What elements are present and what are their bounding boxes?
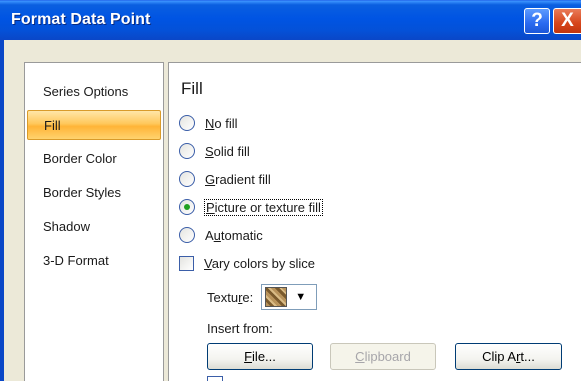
texture-swatch-icon — [265, 287, 288, 307]
nav-item-shadow[interactable]: Shadow — [25, 212, 163, 242]
vary-colors-checkbox[interactable] — [179, 255, 194, 271]
automatic-radio[interactable] — [179, 227, 195, 243]
no-fill-option[interactable]: No fill — [179, 113, 238, 133]
picture-fill-option[interactable]: Picture or texture fill — [179, 197, 323, 217]
category-list: Series Options Fill Border Color Border … — [24, 62, 164, 381]
clip-art-button[interactable]: Clip Art... — [455, 343, 562, 370]
no-fill-radio[interactable] — [179, 115, 195, 131]
vary-colors-label: Vary colors by slice — [204, 255, 316, 271]
help-button[interactable]: ? — [524, 8, 550, 34]
title-bar: Format Data Point ? X — [0, 0, 581, 40]
insert-from-label: Insert from: — [207, 321, 273, 336]
no-fill-label: No fill — [205, 115, 238, 131]
automatic-option[interactable]: Automatic — [179, 225, 263, 245]
partial-checkbox[interactable] — [207, 376, 223, 381]
solid-fill-option[interactable]: Solid fill — [179, 141, 250, 161]
fill-panel: Fill No fill Solid fill Gradient fill Pi… — [168, 62, 581, 381]
nav-item-fill[interactable]: Fill — [27, 110, 161, 140]
texture-dropdown[interactable]: ▼ — [261, 284, 318, 310]
close-button[interactable]: X — [553, 8, 581, 34]
nav-item-border-color[interactable]: Border Color — [25, 144, 163, 174]
section-heading: Fill — [181, 79, 203, 98]
window-title: Format Data Point — [11, 11, 151, 28]
solid-fill-radio[interactable] — [179, 143, 195, 159]
nav-item-3d-format[interactable]: 3-D Format — [25, 246, 163, 276]
picture-fill-radio[interactable] — [179, 199, 195, 215]
nav-item-series-options[interactable]: Series Options — [25, 77, 163, 107]
automatic-label: Automatic — [205, 227, 263, 243]
texture-label: Texture: — [207, 289, 254, 305]
file-button[interactable]: File... — [207, 343, 313, 370]
gradient-fill-option[interactable]: Gradient fill — [179, 169, 271, 189]
gradient-fill-radio[interactable] — [179, 171, 195, 187]
picture-fill-label: Picture or texture fill — [204, 198, 323, 216]
clipboard-button[interactable]: Clipboard — [330, 343, 436, 370]
solid-fill-label: Solid fill — [205, 143, 250, 159]
gradient-fill-label: Gradient fill — [205, 171, 271, 187]
vary-colors-option[interactable]: Vary colors by slice — [179, 253, 315, 273]
nav-item-border-styles[interactable]: Border Styles — [25, 178, 163, 208]
texture-row: Texture: ▼ — [207, 284, 318, 310]
dialog-body: Series Options Fill Border Color Border … — [0, 40, 581, 381]
dropdown-arrow-icon: ▼ — [295, 291, 307, 303]
